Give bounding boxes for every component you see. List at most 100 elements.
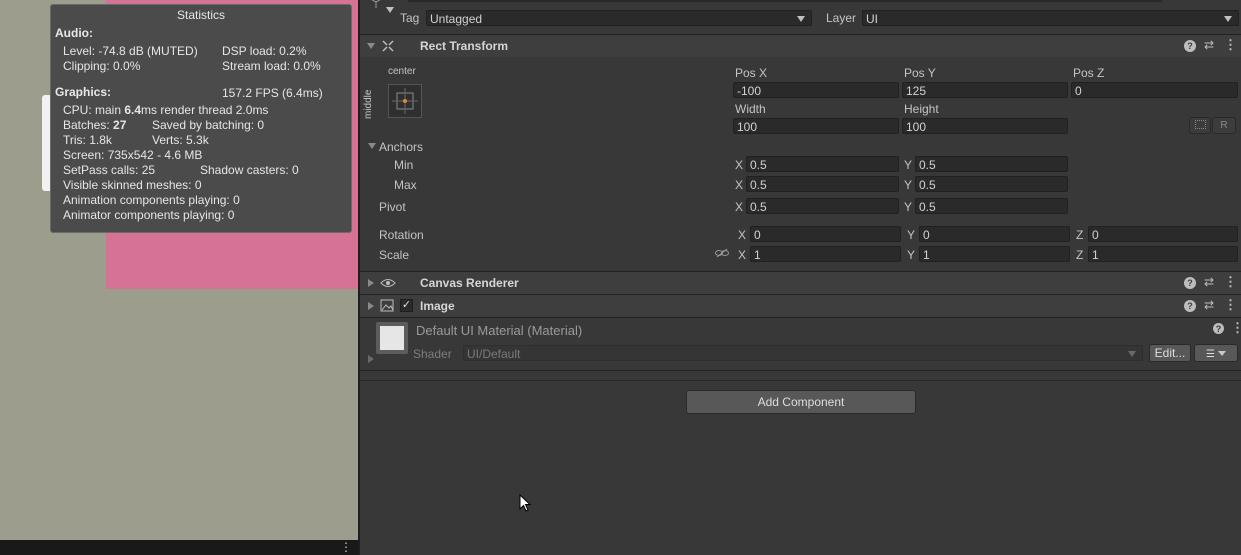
blueprint-mode-button[interactable]	[1189, 117, 1211, 134]
scale-x-label: X	[738, 248, 747, 262]
preset-sliders-icon[interactable]: ⇄	[1203, 276, 1215, 288]
help-icon[interactable]: ?	[1184, 277, 1196, 289]
unlinked-scale-icon[interactable]	[715, 248, 729, 261]
anchor-min-y-field[interactable]: 0.5	[915, 156, 1068, 172]
shader-dropdown[interactable]: UI/Default	[463, 345, 1143, 361]
chevron-down-icon	[1128, 351, 1136, 357]
scale-y-field[interactable]: 1	[919, 246, 1070, 262]
stats-screen: Screen: 735x542 - 4.6 MB	[63, 148, 203, 162]
image-title: Image	[420, 299, 455, 313]
gameobject-cube-icon	[366, 0, 386, 8]
help-icon[interactable]: ?	[1213, 323, 1224, 334]
shader-options-button[interactable]: ☰	[1194, 344, 1238, 362]
image-enabled-checkbox[interactable]: ✓	[400, 299, 413, 312]
chevron-down-icon	[1224, 16, 1232, 22]
stats-tris: Tris: 1.8k	[63, 133, 112, 147]
stats-title: Statistics	[176, 8, 225, 22]
expand-icon[interactable]	[368, 302, 374, 310]
chevron-down-icon	[797, 16, 805, 22]
context-menu-icon[interactable]: ⋮	[1224, 275, 1237, 288]
image-component-header[interactable]: ✓ Image ? ⇄ ⋮	[360, 295, 1241, 317]
context-menu-icon[interactable]: ⋮	[1224, 38, 1237, 51]
layer-value: UI	[866, 12, 878, 26]
rotation-y-field[interactable]: 0	[919, 226, 1070, 242]
rotation-z-field[interactable]: 0	[1088, 226, 1238, 242]
scale-x-field[interactable]: 1	[750, 246, 901, 262]
anchors-label[interactable]: Anchors	[379, 140, 423, 154]
icon-dropdown-icon[interactable]	[386, 7, 394, 13]
scale-label: Scale	[379, 248, 410, 262]
stats-setpass: SetPass calls: 25	[63, 163, 156, 177]
rect-transform-icon	[382, 40, 394, 55]
stats-level: Level: -74.8 dB (MUTED)	[63, 44, 198, 58]
anchor-max-x-field[interactable]: 0.5	[746, 176, 899, 192]
anchors-foldout-icon[interactable]	[368, 143, 376, 149]
material-expand-icon[interactable]	[368, 355, 374, 363]
scale-y-label: Y	[907, 248, 916, 262]
min-label: Min	[394, 158, 414, 172]
stats-fps: 157.2 FPS (6.4ms)	[222, 86, 323, 100]
width-field[interactable]: 100	[733, 118, 899, 134]
statistics-panel: Statistics Audio: Level: -74.8 dB (MUTED…	[50, 4, 352, 233]
scale-z-field[interactable]: 1	[1088, 246, 1238, 262]
edit-shader-button[interactable]: Edit...	[1149, 344, 1191, 362]
rotation-x-field[interactable]: 0	[750, 226, 901, 242]
stats-audio-header: Audio:	[55, 26, 93, 40]
anchor-horizontal-label: center	[388, 66, 416, 77]
min-x-label: X	[735, 158, 744, 172]
canvas-renderer-header[interactable]: Canvas Renderer ? ⇄ ⋮	[360, 272, 1241, 294]
help-icon[interactable]: ?	[1184, 40, 1196, 52]
layer-dropdown[interactable]: UI	[862, 10, 1239, 26]
context-menu-icon[interactable]: ⋮	[1224, 298, 1237, 311]
rotation-label: Rotation	[379, 228, 424, 242]
tag-dropdown[interactable]: Untagged	[426, 10, 812, 26]
anchor-presets-button[interactable]	[388, 84, 422, 118]
anchor-min-x-field[interactable]: 0.5	[746, 156, 899, 172]
stats-cpu-prefix: CPU: main	[63, 103, 125, 117]
pos-z-label: Pos Z	[1073, 66, 1105, 80]
expand-icon[interactable]	[368, 279, 374, 287]
stats-cpu: CPU: main 6.4ms render thread 2.0ms	[63, 103, 268, 117]
add-component-button[interactable]: Add Component	[686, 390, 916, 414]
help-icon[interactable]: ?	[1184, 300, 1196, 312]
collapse-icon[interactable]	[367, 43, 375, 49]
preset-sliders-icon[interactable]: ⇄	[1203, 39, 1215, 51]
more-options-icon[interactable]: ⋮	[340, 540, 352, 555]
stats-graphics-header: Graphics:	[55, 85, 112, 99]
pos-z-field[interactable]: 0	[1071, 82, 1238, 98]
canvas-renderer-title: Canvas Renderer	[420, 276, 519, 290]
stats-shadow: Shadow casters: 0	[200, 163, 299, 177]
context-menu-icon[interactable]: ⋮	[1231, 321, 1241, 334]
pivot-y-label: Y	[904, 200, 913, 214]
stats-saved: Saved by batching: 0	[152, 118, 265, 132]
height-field[interactable]: 100	[902, 118, 1068, 134]
stats-animation: Animation components playing: 0	[63, 193, 240, 207]
preset-sliders-icon[interactable]: ⇄	[1203, 299, 1215, 311]
ui-panel-edge	[42, 95, 50, 191]
pivot-x-label: X	[735, 200, 744, 214]
pivot-x-field[interactable]: 0.5	[746, 198, 899, 214]
raw-edit-button[interactable]: R	[1212, 117, 1236, 134]
stats-dsp: DSP load: 0.2%	[222, 44, 307, 58]
rot-z-label: Z	[1076, 228, 1084, 242]
anchor-preset-icon	[392, 88, 418, 114]
anchor-max-y-field[interactable]: 0.5	[915, 176, 1068, 192]
shader-value: UI/Default	[467, 347, 521, 361]
eye-icon	[380, 277, 396, 292]
max-x-label: X	[735, 178, 744, 192]
pos-y-label: Pos Y	[904, 66, 936, 80]
stats-stream: Stream load: 0.0%	[222, 59, 321, 73]
stats-verts: Verts: 5.3k	[152, 133, 209, 147]
pivot-y-field[interactable]: 0.5	[915, 198, 1068, 214]
rot-x-label: X	[738, 228, 747, 242]
pos-y-field[interactable]: 125	[902, 82, 1068, 98]
material-swatch	[380, 326, 404, 350]
pos-x-field[interactable]: -100	[733, 82, 899, 98]
max-label: Max	[394, 178, 417, 192]
blueprint-icon	[1194, 120, 1206, 129]
rect-transform-header[interactable]: Rect Transform ? ⇄ ⋮	[360, 35, 1241, 57]
width-label: Width	[735, 102, 766, 116]
stats-clipping: Clipping: 0.0%	[63, 59, 141, 73]
rect-transform-title: Rect Transform	[420, 39, 509, 53]
scale-z-label: Z	[1076, 248, 1084, 262]
